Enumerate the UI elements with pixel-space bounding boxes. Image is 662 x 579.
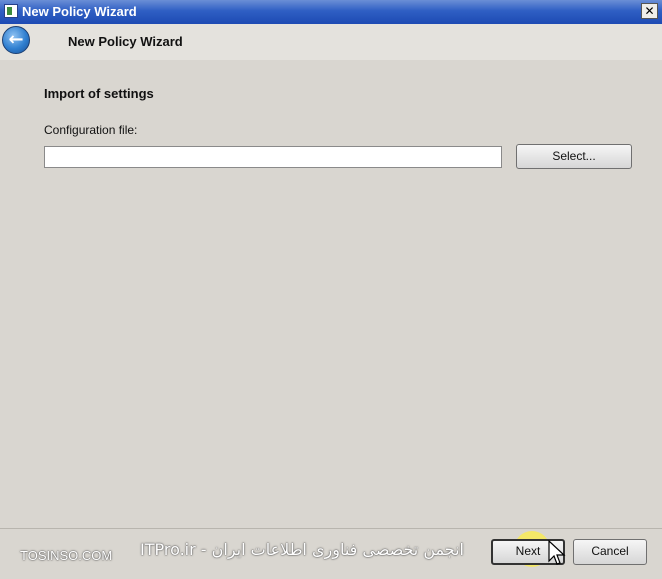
section-title: Import of settings [44,86,154,101]
back-button[interactable]: ← [2,26,30,54]
cancel-button[interactable]: Cancel [573,539,647,565]
select-button[interactable]: Select... [516,144,632,169]
close-icon[interactable]: ✕ [641,3,658,19]
window-title: New Policy Wizard [22,4,137,19]
config-file-input[interactable] [44,146,502,168]
app-icon [4,4,18,18]
title-bar: New Policy Wizard ✕ [0,0,662,24]
wizard-title: New Policy Wizard [68,34,183,49]
back-arrow-icon: ← [8,29,24,50]
watermark-left: TOSINSO.COM [20,548,113,563]
footer-divider [0,528,662,529]
watermark-center: ITPro.ir - انجمن تخصصی فناوری اطلاعات ای… [140,540,464,559]
wizard-header: ← New Policy Wizard [0,24,662,60]
config-file-label: Configuration file: [44,123,138,137]
mouse-pointer-icon [548,540,566,565]
